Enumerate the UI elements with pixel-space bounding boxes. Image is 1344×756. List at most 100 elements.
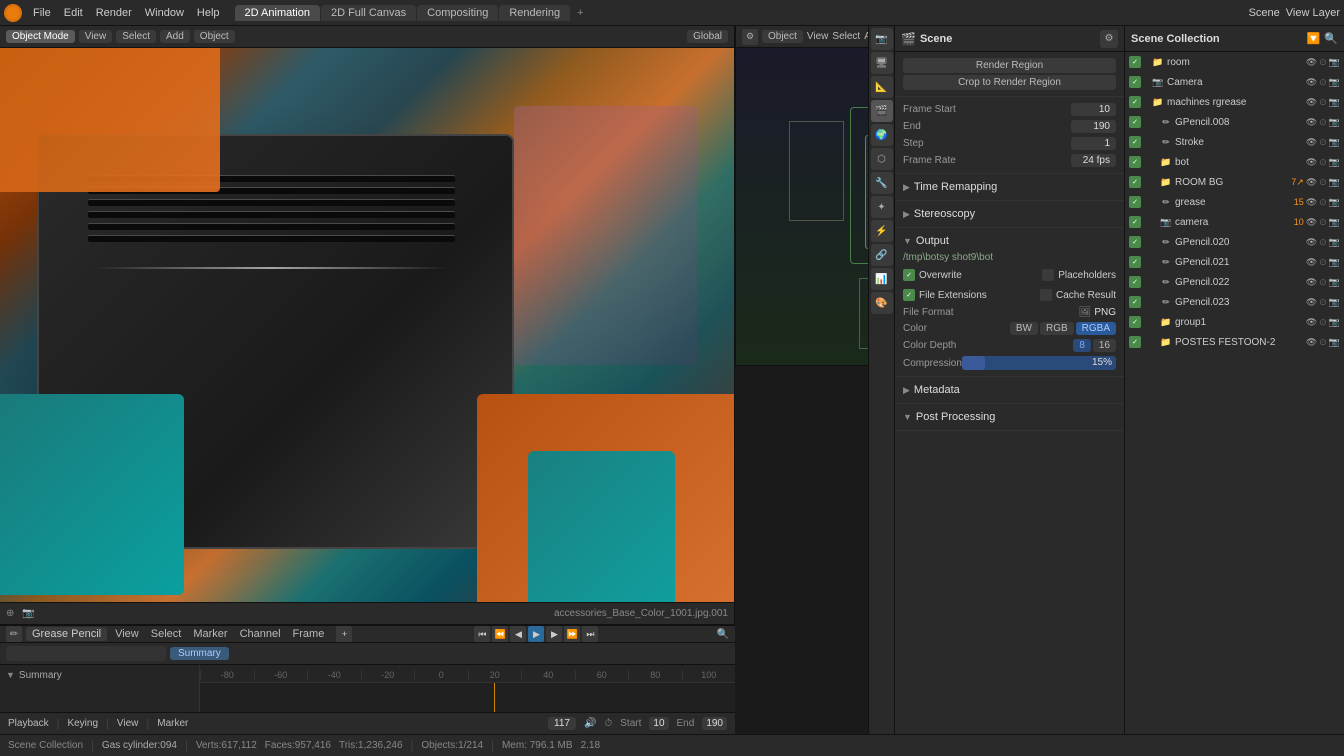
tl-frame-menu[interactable]: Frame: [289, 627, 329, 641]
color-bw-btn[interactable]: BW: [1010, 322, 1038, 335]
render-region-btn[interactable]: Render Region: [903, 58, 1116, 73]
sc-visibility-13[interactable]: 👁: [1306, 317, 1317, 328]
sc-visibility-0[interactable]: 👁: [1306, 57, 1317, 68]
sc-item-3[interactable]: ✓ ✏ GPencil.008 👁 ⊙ 📷: [1125, 112, 1344, 132]
frame-step-value[interactable]: 1: [1071, 137, 1116, 150]
sc-restrict-7[interactable]: ⊙: [1319, 197, 1327, 208]
sc-cb-14[interactable]: ✓: [1129, 336, 1141, 348]
sc-visibility-5[interactable]: 👁: [1306, 157, 1317, 168]
timeline-mode-label[interactable]: Grease Pencil: [26, 627, 107, 641]
play-btn[interactable]: ▶: [528, 626, 544, 642]
scene-view-btn[interactable]: View: [807, 31, 829, 42]
sc-visibility-2[interactable]: 👁: [1306, 97, 1317, 108]
menu-file[interactable]: File: [27, 5, 57, 21]
sc-restrict-5[interactable]: ⊙: [1319, 157, 1327, 168]
overwrite-checkbox[interactable]: ✓: [903, 269, 915, 281]
material-props-icon[interactable]: 🎨: [871, 292, 893, 314]
sc-cb-2[interactable]: ✓: [1129, 96, 1141, 108]
sc-cb-10[interactable]: ✓: [1129, 256, 1141, 268]
sc-restrict-9[interactable]: ⊙: [1319, 237, 1327, 248]
search-input[interactable]: [6, 646, 166, 661]
menu-window[interactable]: Window: [139, 5, 190, 21]
tl-view-menu[interactable]: View: [111, 627, 143, 641]
sc-render-10[interactable]: 📷: [1329, 257, 1340, 268]
data-props-icon[interactable]: 📊: [871, 268, 893, 290]
sc-item-6[interactable]: ✓ 📁 ROOM BG 7↗ 👁 ⊙ 📷: [1125, 172, 1344, 192]
sc-visibility-11[interactable]: 👁: [1306, 277, 1317, 288]
sc-render-1[interactable]: 📷: [1329, 77, 1340, 88]
sc-item-4[interactable]: ✓ ✏ Stroke 👁 ⊙ 📷: [1125, 132, 1344, 152]
tl-marker-menu[interactable]: Marker: [189, 627, 231, 641]
viewport-3d[interactable]: Object Mode View Select Add Object Globa…: [0, 26, 735, 624]
scene-select-btn[interactable]: Select: [832, 31, 860, 42]
marker-menu-tl[interactable]: Marker: [157, 718, 188, 729]
output-header[interactable]: ▼ Output: [903, 232, 1116, 250]
sc-restrict-0[interactable]: ⊙: [1319, 57, 1327, 68]
scene-props-icon[interactable]: 🎬: [871, 100, 893, 122]
start-frame-value[interactable]: 10: [649, 717, 668, 730]
compression-bar[interactable]: 15%: [962, 356, 1116, 370]
menu-help[interactable]: Help: [191, 5, 226, 21]
prev-frame-btn[interactable]: ⏪: [492, 626, 508, 642]
sc-visibility-7[interactable]: 👁: [1306, 197, 1317, 208]
sc-restrict-3[interactable]: ⊙: [1319, 117, 1327, 128]
sc-item-0[interactable]: ✓ 📁 room 👁 ⊙ 📷: [1125, 52, 1344, 72]
sc-visibility-6[interactable]: 👁: [1306, 177, 1317, 188]
sc-render-3[interactable]: 📷: [1329, 117, 1340, 128]
modifier-props-icon[interactable]: 🔧: [871, 172, 893, 194]
sc-restrict-10[interactable]: ⊙: [1319, 257, 1327, 268]
sc-cb-1[interactable]: ✓: [1129, 76, 1141, 88]
color-rgba-btn[interactable]: RGBA: [1076, 322, 1116, 335]
color-rgb-btn[interactable]: RGB: [1040, 322, 1074, 335]
sc-restrict-4[interactable]: ⊙: [1319, 137, 1327, 148]
scene-add-btn[interactable]: Add: [864, 31, 868, 42]
sc-visibility-10[interactable]: 👁: [1306, 257, 1317, 268]
prev-keyframe-btn[interactable]: ◀: [510, 626, 526, 642]
sc-cb-13[interactable]: ✓: [1129, 316, 1141, 328]
next-keyframe-btn[interactable]: ▶: [546, 626, 562, 642]
physics-props-icon[interactable]: ⚡: [871, 220, 893, 242]
sc-cb-5[interactable]: ✓: [1129, 156, 1141, 168]
post-processing-header[interactable]: ▼ Post Processing: [903, 408, 1116, 426]
sc-item-11[interactable]: ✓ ✏ GPencil.022 👁 ⊙ 📷: [1125, 272, 1344, 292]
sc-cb-9[interactable]: ✓: [1129, 236, 1141, 248]
tab-rendering[interactable]: Rendering: [499, 5, 570, 21]
sc-item-9[interactable]: ✓ ✏ GPencil.020 👁 ⊙ 📷: [1125, 232, 1344, 252]
sc-restrict-8[interactable]: ⊙: [1319, 217, 1327, 228]
summary-tab[interactable]: Summary: [170, 647, 229, 660]
view-layer-props-icon[interactable]: 📐: [871, 76, 893, 98]
metadata-header[interactable]: ▶ Metadata: [903, 381, 1116, 399]
sc-render-4[interactable]: 📷: [1329, 137, 1340, 148]
scene-name[interactable]: Scene: [1249, 7, 1280, 19]
crop-render-region-btn[interactable]: Crop to Render Region: [903, 75, 1116, 90]
sc-cb-3[interactable]: ✓: [1129, 116, 1141, 128]
menu-edit[interactable]: Edit: [58, 5, 89, 21]
sc-filter-icon[interactable]: 🔽: [1307, 32, 1321, 45]
sc-render-13[interactable]: 📷: [1329, 317, 1340, 328]
jump-start-btn[interactable]: ⏮: [474, 626, 490, 642]
sc-restrict-13[interactable]: ⊙: [1319, 317, 1327, 328]
object-props-icon[interactable]: ⬡: [871, 148, 893, 170]
viewport-object-btn[interactable]: Object: [194, 30, 235, 43]
sc-item-12[interactable]: ✓ ✏ GPencil.023 👁 ⊙ 📷: [1125, 292, 1344, 312]
sc-item-2[interactable]: ✓ 📁 machines rgrease 👁 ⊙ 📷: [1125, 92, 1344, 112]
tl-channel-menu[interactable]: Channel: [236, 627, 285, 641]
sc-visibility-3[interactable]: 👁: [1306, 117, 1317, 128]
sc-visibility-4[interactable]: 👁: [1306, 137, 1317, 148]
sc-visibility-14[interactable]: 👁: [1306, 337, 1317, 348]
sc-item-5[interactable]: ✓ 📁 bot 👁 ⊙ 📷: [1125, 152, 1344, 172]
sc-render-2[interactable]: 📷: [1329, 97, 1340, 108]
sc-visibility-12[interactable]: 👁: [1306, 297, 1317, 308]
constraint-props-icon[interactable]: 🔗: [871, 244, 893, 266]
menu-render[interactable]: Render: [90, 5, 138, 21]
viewport-view-btn[interactable]: View: [79, 30, 113, 43]
color-depth-8-btn[interactable]: 8: [1073, 339, 1091, 352]
sc-render-6[interactable]: 📷: [1329, 177, 1340, 188]
keying-menu[interactable]: Keying: [67, 718, 98, 729]
sc-render-0[interactable]: 📷: [1329, 57, 1340, 68]
sc-item-1[interactable]: ✓ 📷 Camera 👁 ⊙ 📷: [1125, 72, 1344, 92]
frame-start-value[interactable]: 10: [1071, 103, 1116, 116]
add-keyframe-btn[interactable]: +: [336, 626, 352, 642]
sc-cb-6[interactable]: ✓: [1129, 176, 1141, 188]
sc-render-12[interactable]: 📷: [1329, 297, 1340, 308]
